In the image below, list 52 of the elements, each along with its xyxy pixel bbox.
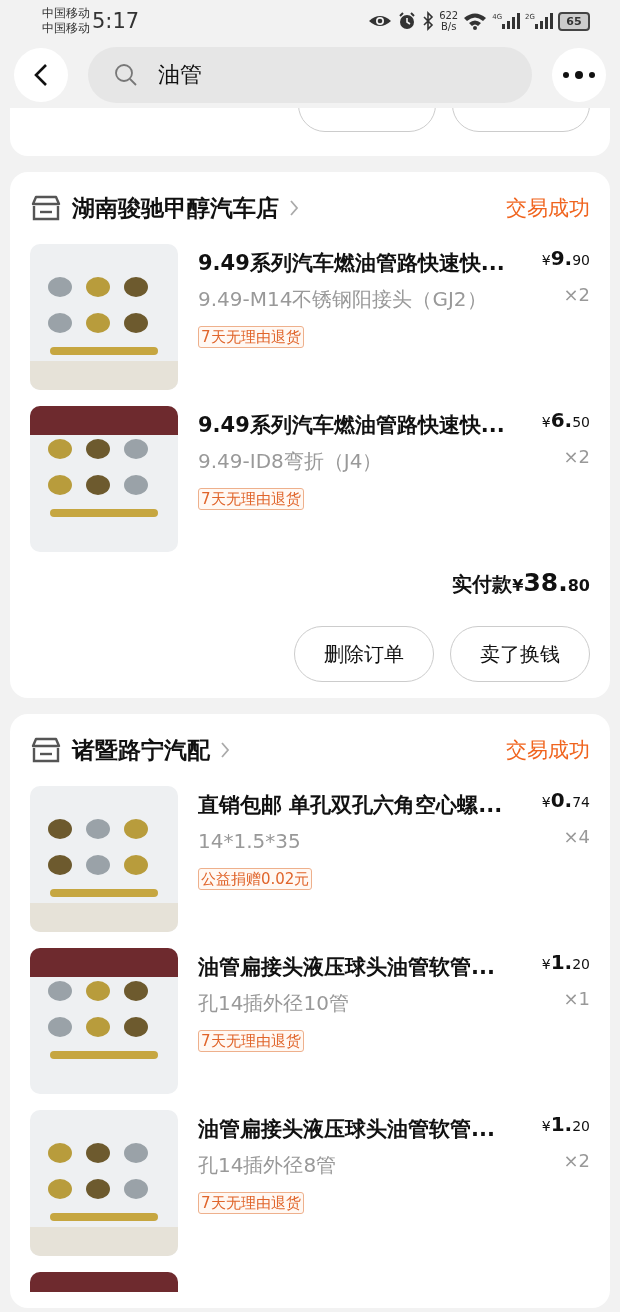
order-action-button[interactable]: 删除订单: [294, 626, 434, 682]
product-spec: 9.49-M14不锈钢阳接头（GJ2）: [198, 286, 487, 313]
signal-icon: [502, 13, 521, 29]
network-speed: B/s: [439, 21, 458, 32]
eye-icon: [368, 13, 393, 29]
status-time: 5:17: [92, 9, 140, 33]
price: ¥6.50: [541, 408, 590, 432]
product-spec: 14*1.5*35: [198, 828, 301, 855]
product-title[interactable]: 直销包邮 单孔双孔六角空心螺...: [198, 790, 503, 820]
search-field[interactable]: 油管: [88, 47, 532, 103]
bluetooth-icon: [422, 11, 435, 31]
service-tag: 公益捐赠0.02元: [198, 868, 313, 890]
store-icon: [30, 194, 62, 222]
store-name[interactable]: 湖南骏驰甲醇汽车店: [72, 192, 279, 224]
store-name[interactable]: 诸暨路宁汽配: [72, 734, 210, 766]
product-spec: 孔14插外径10管: [198, 990, 349, 1017]
back-icon: [34, 63, 48, 87]
price: ¥1.20: [541, 950, 590, 974]
battery-icon: 65: [558, 11, 590, 31]
wifi-icon: [463, 12, 488, 30]
store-icon: [30, 736, 62, 764]
service-tag: 7天无理由退货: [198, 326, 304, 348]
quantity: ×2: [563, 446, 590, 467]
price: ¥38.80: [512, 568, 590, 597]
more-icon: [562, 70, 596, 80]
signal-icon: [535, 13, 553, 29]
price: ¥0.74: [541, 788, 590, 812]
product-spec: 9.49-ID8弯折（J4）: [198, 448, 383, 475]
order-action-button[interactable]: 卖了换钱: [450, 626, 590, 682]
service-tag: 7天无理由退货: [198, 1192, 304, 1214]
carrier-name: 中国移动: [42, 21, 90, 36]
price: ¥9.90: [541, 246, 590, 270]
carrier-name: 中国移动: [42, 6, 90, 21]
product-spec: 孔14插外径8管: [198, 1152, 337, 1179]
network-speed: 622: [439, 10, 459, 21]
service-tag: 7天无理由退货: [198, 488, 304, 510]
quantity: ×2: [563, 284, 590, 305]
total-label: 实付款: [452, 571, 513, 598]
chevron-icon: [220, 741, 230, 759]
quantity: ×2: [563, 1150, 590, 1171]
product-title[interactable]: 油管扁接头液压球头油管软管...: [198, 1114, 495, 1144]
order-status: 交易成功: [506, 195, 590, 222]
product-title[interactable]: 油管扁接头液压球头油管软管...: [198, 952, 495, 982]
product-title[interactable]: 9.49系列汽车燃油管路快速快...: [198, 248, 505, 278]
service-tag: 7天无理由退货: [198, 1030, 304, 1052]
quantity: ×1: [563, 988, 590, 1009]
chevron-icon: [289, 199, 299, 217]
order-status: 交易成功: [506, 737, 590, 764]
quantity: ×4: [563, 826, 590, 847]
product-title[interactable]: 9.49系列汽车燃油管路快速快...: [198, 410, 505, 440]
price: ¥1.20: [541, 1112, 590, 1136]
search-icon: [114, 63, 138, 87]
